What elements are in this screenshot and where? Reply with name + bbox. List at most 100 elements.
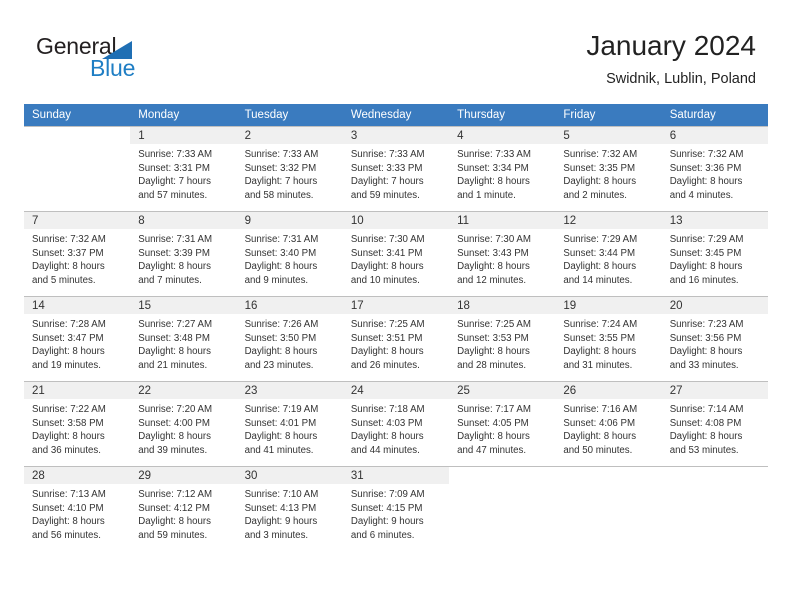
- calendar-cell-empty: [661, 466, 768, 551]
- sunrise-text: Sunrise: 7:32 AM: [32, 234, 106, 245]
- day-number: 2: [236, 127, 343, 144]
- daylight-text-line2: and 47 minutes.: [457, 444, 527, 456]
- day-details: Sunrise: 7:33 AM Sunset: 3:33 PM Daylight:…: [343, 144, 449, 202]
- sunrise-text: Sunrise: 7:33 AM: [138, 149, 213, 160]
- calendar-week-row: 21 Sunrise: 7:22 AM Sunset: 3:58 PM Dayligh…: [24, 381, 768, 467]
- daylight-text-line1: Daylight: 7 hours: [350, 176, 424, 188]
- daylight-text-line1: Daylight: 8 hours: [350, 431, 424, 443]
- sunrise-text: Sunrise: 7:33 AM: [350, 149, 425, 160]
- sunset-text: Sunset: 4:03 PM: [350, 417, 423, 429]
- day-cell-inner: 22 Sunrise: 7:20 AM Sunset: 4:00 PM Dayligh…: [130, 382, 237, 466]
- calendar-day-cell[interactable]: 25 Sunrise: 7:17 AM Sunset: 4:05 PM Dayligh…: [449, 381, 556, 467]
- sunrise-text: Sunrise: 7:14 AM: [669, 404, 744, 415]
- sunrise-text: Sunrise: 7:23 AM: [669, 319, 744, 330]
- daylight-text-line1: Daylight: 8 hours: [563, 261, 637, 273]
- day-number: [24, 127, 131, 144]
- sunset-text: Sunset: 3:44 PM: [563, 247, 636, 259]
- calendar-day-cell[interactable]: 30 Sunrise: 7:10 AM Sunset: 4:13 PM Dayligh…: [236, 466, 343, 551]
- day-cell-inner: 5 Sunrise: 7:32 AM Sunset: 3:35 PM Daylight…: [555, 127, 662, 211]
- sunset-text: Sunset: 3:35 PM: [563, 162, 636, 174]
- calendar-day-cell[interactable]: 10 Sunrise: 7:30 AM Sunset: 3:41 PM Dayligh…: [342, 211, 450, 297]
- calendar-day-cell[interactable]: 6 Sunrise: 7:32 AM Sunset: 3:36 PM Daylight…: [661, 126, 768, 212]
- sunset-text: Sunset: 3:55 PM: [563, 332, 636, 344]
- sunrise-text: Sunrise: 7:32 AM: [669, 149, 744, 160]
- day-cell-inner: [555, 467, 662, 551]
- sunrise-text: Sunrise: 7:28 AM: [32, 319, 106, 330]
- daylight-text-line1: Daylight: 8 hours: [244, 431, 318, 443]
- calendar-day-cell[interactable]: 9 Sunrise: 7:31 AM Sunset: 3:40 PM Daylight…: [236, 211, 343, 297]
- sunrise-text: Sunrise: 7:30 AM: [350, 234, 425, 245]
- calendar-day-cell[interactable]: 8 Sunrise: 7:31 AM Sunset: 3:39 PM Daylight…: [130, 211, 237, 297]
- daylight-text-line1: Daylight: 8 hours: [457, 431, 530, 443]
- sunrise-text: Sunrise: 7:13 AM: [32, 489, 106, 500]
- page-subtitle: Swidnik, Lublin, Poland: [606, 71, 756, 87]
- calendar-day-cell[interactable]: 17 Sunrise: 7:25 AM Sunset: 3:51 PM Dayligh…: [342, 296, 450, 382]
- calendar-day-cell[interactable]: 18 Sunrise: 7:25 AM Sunset: 3:53 PM Dayligh…: [449, 296, 556, 382]
- sunset-text: Sunset: 3:47 PM: [32, 332, 104, 344]
- day-details: Sunrise: 7:32 AM Sunset: 3:36 PM Daylight:…: [662, 144, 768, 202]
- calendar-day-cell[interactable]: 13 Sunrise: 7:29 AM Sunset: 3:45 PM Dayligh…: [661, 211, 768, 297]
- sunrise-text: Sunrise: 7:32 AM: [563, 149, 638, 160]
- day-cell-inner: [449, 467, 556, 551]
- sunrise-text: Sunrise: 7:31 AM: [244, 234, 319, 245]
- calendar-day-cell[interactable]: 16 Sunrise: 7:26 AM Sunset: 3:50 PM Dayligh…: [236, 296, 343, 382]
- calendar-day-cell[interactable]: 24 Sunrise: 7:18 AM Sunset: 4:03 PM Dayligh…: [342, 381, 450, 467]
- day-details: Sunrise: 7:33 AM Sunset: 3:32 PM Daylight:…: [237, 144, 343, 202]
- daylight-text-line2: and 6 minutes.: [350, 529, 415, 541]
- day-details: Sunrise: 7:29 AM Sunset: 3:45 PM Daylight:…: [662, 229, 768, 287]
- day-details: Sunrise: 7:25 AM Sunset: 3:51 PM Daylight:…: [343, 314, 449, 372]
- day-cell-inner: 1 Sunrise: 7:33 AM Sunset: 3:31 PM Daylight…: [130, 127, 237, 211]
- day-details: Sunrise: 7:32 AM Sunset: 3:37 PM Daylight:…: [24, 229, 130, 287]
- calendar-page: General Blue January 2024 Swidnik, Lubli…: [0, 0, 792, 612]
- sunset-text: Sunset: 3:48 PM: [138, 332, 210, 344]
- day-cell-inner: 11 Sunrise: 7:30 AM Sunset: 3:43 PM Dayligh…: [449, 212, 556, 296]
- calendar-day-cell[interactable]: 21 Sunrise: 7:22 AM Sunset: 3:58 PM Dayligh…: [24, 381, 131, 467]
- sunset-text: Sunset: 3:36 PM: [669, 162, 742, 174]
- sunrise-text: Sunrise: 7:19 AM: [244, 404, 319, 415]
- day-details: Sunrise: 7:12 AM Sunset: 4:12 PM Daylight:…: [130, 484, 236, 542]
- calendar-day-cell[interactable]: 7 Sunrise: 7:32 AM Sunset: 3:37 PM Daylight…: [24, 211, 131, 297]
- general-blue-logo[interactable]: General Blue: [36, 33, 236, 85]
- calendar-day-cell[interactable]: 2 Sunrise: 7:33 AM Sunset: 3:32 PM Daylight…: [236, 126, 343, 212]
- daylight-text-line2: and 14 minutes.: [563, 274, 633, 286]
- calendar-day-cell[interactable]: 3 Sunrise: 7:33 AM Sunset: 3:33 PM Daylight…: [342, 126, 450, 212]
- calendar-day-cell[interactable]: 27 Sunrise: 7:14 AM Sunset: 4:08 PM Dayligh…: [661, 381, 768, 467]
- calendar-day-cell[interactable]: 22 Sunrise: 7:20 AM Sunset: 4:00 PM Dayligh…: [130, 381, 237, 467]
- calendar-day-cell[interactable]: 26 Sunrise: 7:16 AM Sunset: 4:06 PM Dayligh…: [555, 381, 662, 467]
- day-cell-inner: 13 Sunrise: 7:29 AM Sunset: 3:45 PM Dayligh…: [661, 212, 768, 296]
- daylight-text-line2: and 58 minutes.: [244, 189, 314, 201]
- calendar-day-cell[interactable]: 14 Sunrise: 7:28 AM Sunset: 3:47 PM Dayligh…: [24, 296, 131, 382]
- calendar-cell-empty: [24, 126, 131, 212]
- daylight-text-line2: and 36 minutes.: [32, 444, 101, 456]
- sunset-text: Sunset: 4:08 PM: [669, 417, 742, 429]
- calendar-day-cell[interactable]: 5 Sunrise: 7:32 AM Sunset: 3:35 PM Daylight…: [555, 126, 662, 212]
- calendar-day-cell[interactable]: 23 Sunrise: 7:19 AM Sunset: 4:01 PM Dayligh…: [236, 381, 343, 467]
- calendar-day-cell[interactable]: 31 Sunrise: 7:09 AM Sunset: 4:15 PM Dayligh…: [342, 466, 450, 551]
- day-cell-inner: 14 Sunrise: 7:28 AM Sunset: 3:47 PM Dayligh…: [24, 297, 131, 381]
- day-number: 17: [342, 297, 450, 314]
- calendar-day-cell[interactable]: 28 Sunrise: 7:13 AM Sunset: 4:10 PM Dayligh…: [24, 466, 131, 551]
- day-details: Sunrise: 7:32 AM Sunset: 3:35 PM Daylight:…: [555, 144, 661, 202]
- sunset-text: Sunset: 4:10 PM: [32, 502, 104, 514]
- calendar-day-cell[interactable]: 29 Sunrise: 7:12 AM Sunset: 4:12 PM Dayligh…: [130, 466, 237, 551]
- day-details: Sunrise: 7:30 AM Sunset: 3:43 PM Daylight:…: [449, 229, 555, 287]
- day-cell-inner: 21 Sunrise: 7:22 AM Sunset: 3:58 PM Dayligh…: [24, 382, 131, 466]
- day-number: 10: [342, 212, 450, 229]
- day-number: 28: [24, 467, 131, 484]
- day-details: Sunrise: 7:18 AM Sunset: 4:03 PM Daylight:…: [343, 399, 449, 457]
- day-number: 1: [130, 127, 237, 144]
- calendar-day-cell[interactable]: 15 Sunrise: 7:27 AM Sunset: 3:48 PM Dayligh…: [130, 296, 237, 382]
- day-details: Sunrise: 7:33 AM Sunset: 3:34 PM Daylight:…: [449, 144, 555, 202]
- sunrise-text: Sunrise: 7:29 AM: [669, 234, 744, 245]
- day-cell-inner: 9 Sunrise: 7:31 AM Sunset: 3:40 PM Daylight…: [236, 212, 343, 296]
- calendar-day-cell[interactable]: 12 Sunrise: 7:29 AM Sunset: 3:44 PM Dayligh…: [555, 211, 662, 297]
- day-cell-inner: 2 Sunrise: 7:33 AM Sunset: 3:32 PM Daylight…: [236, 127, 343, 211]
- calendar-day-cell[interactable]: 4 Sunrise: 7:33 AM Sunset: 3:34 PM Daylight…: [449, 126, 556, 212]
- calendar-day-cell[interactable]: 1 Sunrise: 7:33 AM Sunset: 3:31 PM Daylight…: [130, 126, 237, 212]
- day-number: 25: [449, 382, 556, 399]
- calendar-day-cell[interactable]: 11 Sunrise: 7:30 AM Sunset: 3:43 PM Dayligh…: [449, 211, 556, 297]
- daylight-text-line1: Daylight: 8 hours: [32, 516, 105, 528]
- calendar-day-cell[interactable]: 19 Sunrise: 7:24 AM Sunset: 3:55 PM Dayligh…: [555, 296, 662, 382]
- calendar-day-cell[interactable]: 20 Sunrise: 7:23 AM Sunset: 3:56 PM Dayligh…: [661, 296, 768, 382]
- sunset-text: Sunset: 3:32 PM: [244, 162, 317, 174]
